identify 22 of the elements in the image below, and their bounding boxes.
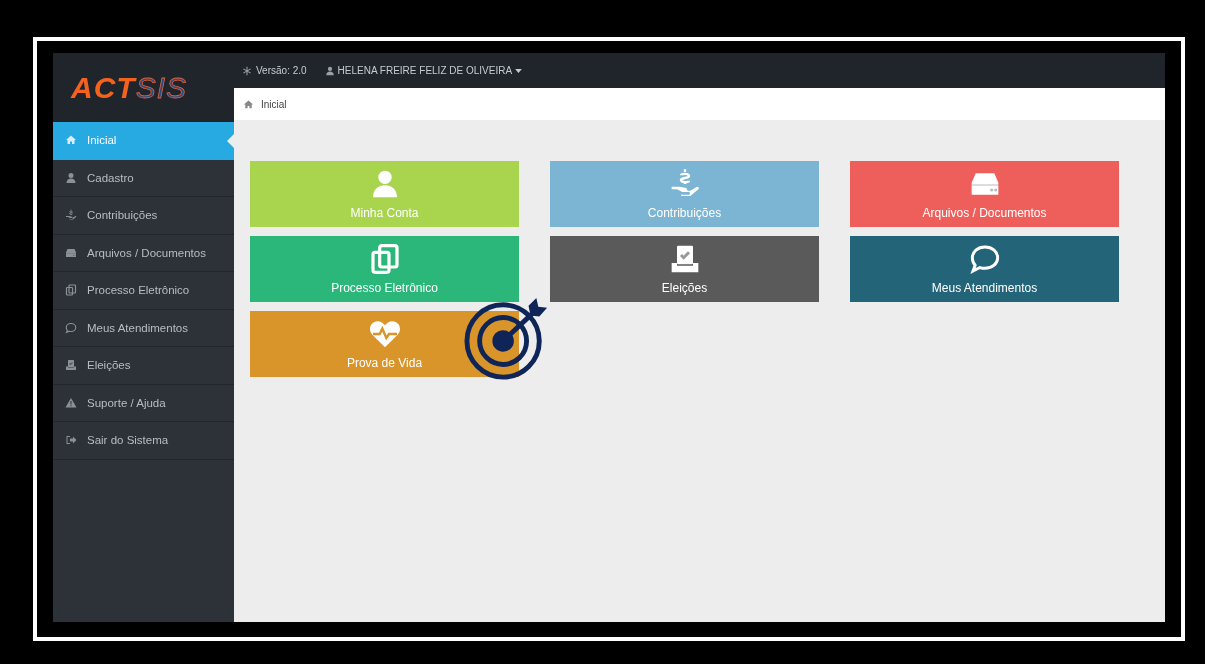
asterisk-icon [242,65,252,76]
menu-tile[interactable]: Eleições [550,236,819,302]
sign-out-icon [65,434,77,447]
copy-icon [65,284,77,297]
home-icon [65,134,77,147]
ballot-box-icon [65,359,77,372]
warning-icon [65,396,77,409]
home-icon [243,98,254,110]
version-label: Versão: 2.0 [256,65,307,76]
caret-icon [515,68,523,73]
copy-icon [368,243,401,275]
menu-tile[interactable]: Meus Atendimentos [850,236,1119,302]
breadcrumb-item[interactable]: Inicial [261,98,287,110]
chat-bubble-icon [968,243,1001,275]
hard-drive-icon [65,246,77,259]
app-logo: ACTSIS [53,53,234,122]
hand-dollar-icon [65,209,77,222]
chat-bubble-icon [65,321,77,334]
user-menu[interactable]: HELENA FREIRE FELIZ DE OLIVEIRA [324,65,523,76]
user-icon [65,171,77,184]
heart-pulse-icon [368,318,401,350]
users-icon [324,65,335,76]
